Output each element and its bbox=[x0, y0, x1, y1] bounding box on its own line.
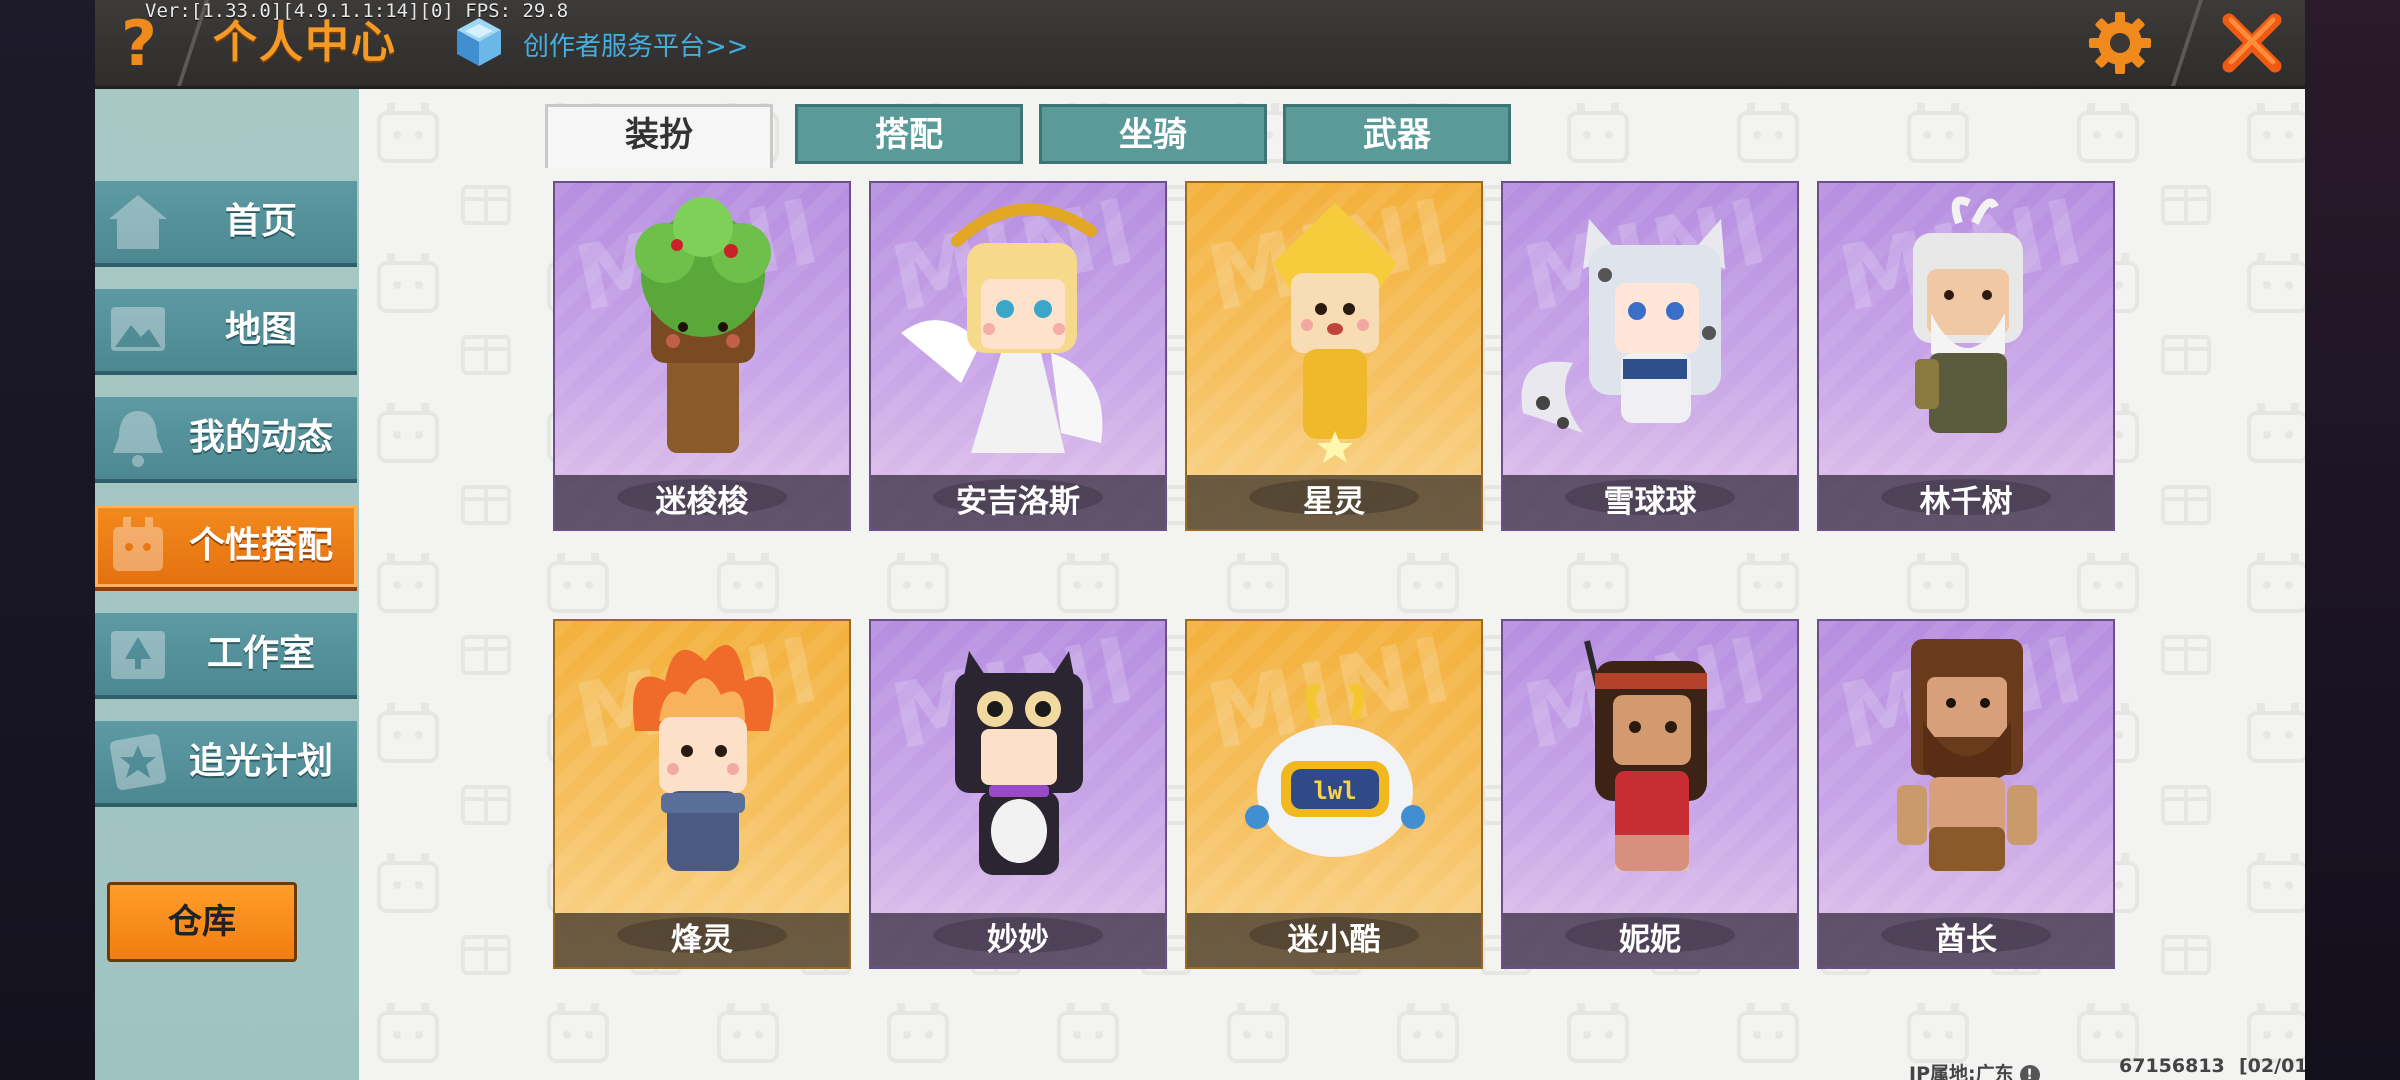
left-background bbox=[0, 0, 95, 1080]
creator-platform-link[interactable]: 创作者服务平台>> bbox=[523, 26, 749, 63]
main-panel: 首页 地图 我的动态 个性搭配 工作室 追光计划 仓库 装扮 搭配 坐骑 武器 … bbox=[95, 89, 2305, 1080]
tab-mount[interactable]: 坐骑 bbox=[1039, 104, 1267, 164]
skin-name: 雪球球 bbox=[1503, 475, 1797, 529]
cat-costume-character-icon bbox=[955, 651, 1083, 875]
timestamp: [02/01]11:38 0 bbox=[2239, 1055, 2305, 1080]
tab-combination[interactable]: 搭配 bbox=[795, 104, 1023, 164]
divider bbox=[2171, 0, 2203, 86]
tribal-girl-character-icon bbox=[1584, 640, 1707, 871]
robot-character-icon: lwl bbox=[1245, 684, 1425, 857]
skin-name: 烽灵 bbox=[555, 913, 849, 967]
ip-location-text: IP属地:广东 bbox=[1909, 1063, 2014, 1080]
skin-name: 林千树 bbox=[1819, 475, 2113, 529]
outfit-content: 装扮 搭配 坐骑 武器 MINI 迷梭梭 MINI bbox=[359, 89, 2305, 1080]
skin-card[interactable]: MINI 妮妮 bbox=[1501, 619, 1799, 969]
house-icon bbox=[109, 195, 167, 249]
avatar-icon bbox=[113, 517, 163, 571]
sidebar-item-label: 个性搭配 bbox=[188, 525, 333, 566]
tab-weapon[interactable]: 武器 bbox=[1283, 104, 1511, 164]
skin-card[interactable]: MINI 迷梭梭 bbox=[553, 181, 851, 531]
skin-card[interactable]: MINI 林千树 bbox=[1817, 181, 2115, 531]
tree-icon bbox=[111, 631, 165, 679]
creator-cube-icon[interactable] bbox=[455, 16, 503, 68]
sidebar-item-label: 我的动态 bbox=[188, 417, 333, 458]
skin-card[interactable]: MINI 雪球球 bbox=[1501, 181, 1799, 531]
skin-name: 妮妮 bbox=[1503, 913, 1797, 967]
skin-name: 酋长 bbox=[1819, 913, 2113, 967]
ip-location: IP属地:广东! bbox=[1909, 1059, 2040, 1080]
snow-leopard-character-icon bbox=[1521, 219, 1725, 433]
star-spirit-character-icon bbox=[1273, 203, 1397, 463]
sidebar-item-home[interactable]: 首页 bbox=[95, 181, 357, 267]
sidebar-item-my-activity[interactable]: 我的动态 bbox=[95, 397, 357, 483]
skin-card[interactable]: MINI 妙妙 bbox=[869, 619, 1167, 969]
sidebar-item-outfit[interactable]: 个性搭配 bbox=[95, 505, 357, 591]
sidebar-item-label: 追光计划 bbox=[188, 741, 333, 782]
top-bar: ? 个人中心 Ver:[1.33.0][4.9.1.1:14][0] FPS: … bbox=[95, 0, 2305, 89]
skin-name: 迷小酷 bbox=[1187, 913, 1481, 967]
map-icon bbox=[111, 307, 165, 351]
gear-icon[interactable] bbox=[2085, 8, 2155, 78]
skin-name: 星灵 bbox=[1187, 475, 1481, 529]
sidebar-item-map[interactable]: 地图 bbox=[95, 289, 357, 375]
skin-name: 妙妙 bbox=[871, 913, 1165, 967]
flame-spirit-character-icon bbox=[633, 645, 774, 871]
skin-card[interactable]: MINI lwl 迷小酷 bbox=[1185, 619, 1483, 969]
sidebar-item-label: 地图 bbox=[224, 309, 297, 350]
skin-card[interactable]: MINI 安吉洛斯 bbox=[869, 181, 1167, 531]
elder-character-icon bbox=[1913, 196, 2023, 433]
skin-card[interactable]: MINI 酋长 bbox=[1817, 619, 2115, 969]
sidebar-item-label: 工作室 bbox=[206, 633, 315, 674]
star-badge-icon bbox=[109, 733, 167, 791]
skin-card[interactable]: MINI 星灵 bbox=[1185, 181, 1483, 531]
skin-name: 安吉洛斯 bbox=[871, 475, 1165, 529]
sidebar: 首页 地图 我的动态 个性搭配 工作室 追光计划 仓库 bbox=[95, 89, 359, 1080]
right-background bbox=[2305, 0, 2400, 1080]
skin-card[interactable]: MINI 烽灵 bbox=[553, 619, 851, 969]
bell-icon bbox=[113, 411, 163, 467]
close-icon[interactable] bbox=[2215, 6, 2289, 80]
sidebar-item-studio[interactable]: 工作室 bbox=[95, 613, 357, 699]
info-icon[interactable]: ! bbox=[2019, 1064, 2040, 1080]
angel-character-icon bbox=[901, 203, 1103, 453]
sidebar-item-light-chase[interactable]: 追光计划 bbox=[95, 721, 357, 807]
chief-character-icon bbox=[1897, 639, 2037, 871]
version-info: Ver:[1.33.0][4.9.1.1:14][0] FPS: 29.8 bbox=[145, 0, 569, 22]
warehouse-button[interactable]: 仓库 bbox=[107, 882, 297, 962]
tree-sprite-character-icon bbox=[635, 197, 771, 453]
sidebar-item-label: 首页 bbox=[224, 201, 297, 242]
tab-costume[interactable]: 装扮 bbox=[545, 104, 773, 168]
svg-text:lwl: lwl bbox=[1313, 777, 1356, 805]
skin-name: 迷梭梭 bbox=[555, 475, 849, 529]
user-id: 67156813 bbox=[2119, 1055, 2225, 1077]
